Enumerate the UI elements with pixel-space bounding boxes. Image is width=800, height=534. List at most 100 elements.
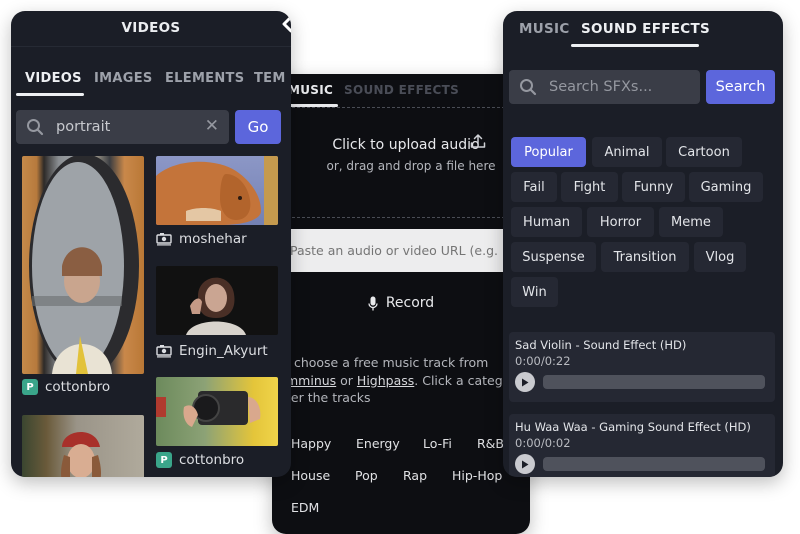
category-meme[interactable]: Meme [659, 207, 723, 237]
pexels-badge-icon: P [156, 452, 172, 468]
thumbnail-art [186, 277, 246, 335]
video-search-input[interactable] [56, 116, 196, 138]
genre-hip-hop[interactable]: Hip-Hop [452, 468, 502, 483]
video-thumbnail-camera[interactable] [156, 377, 278, 446]
genre-edm[interactable]: EDM [291, 500, 319, 515]
genre-rap[interactable]: Rap [403, 468, 427, 483]
credit-name[interactable]: cottonbro [45, 379, 110, 395]
camera-icon [156, 233, 172, 246]
microphone-icon [368, 296, 378, 310]
thumbnail-art [156, 391, 261, 427]
sound-effects-panel: MUSIC SOUND EFFECTS Search Popular Anima… [503, 11, 783, 477]
track-time: 0:00/0:02 [515, 436, 571, 450]
category-fail[interactable]: Fail [511, 172, 557, 202]
description-line-1: , choose a free music track from [286, 355, 489, 370]
video-credit: moshehar [156, 231, 247, 247]
highpass-link[interactable]: Highpass [357, 373, 414, 388]
middle-tab-bar: MUSIC SOUND EFFECTS [272, 74, 530, 108]
search-icon [27, 119, 44, 136]
upload-dropzone[interactable]: Click to upload audio or, drag and drop … [272, 134, 530, 173]
panel-header: VIDEOS [11, 11, 291, 47]
video-thumbnail-red-beanie[interactable] [22, 415, 144, 477]
credit-name[interactable]: moshehar [179, 231, 247, 247]
category-funny[interactable]: Funny [622, 172, 685, 202]
active-tab-indicator [286, 104, 338, 107]
sfx-track: Sad Violin - Sound Effect (HD) 0:00/0:22 [509, 332, 775, 402]
tab-videos[interactable]: VIDEOS [25, 71, 82, 86]
play-icon [522, 460, 529, 468]
category-animal[interactable]: Animal [592, 137, 662, 167]
music-upload-panel: MUSIC SOUND EFFECTS Click to upload audi… [272, 74, 530, 534]
credit-name[interactable]: cottonbro [179, 452, 244, 468]
video-credit: P cottonbro [156, 452, 244, 468]
record-label: Record [385, 295, 435, 311]
tab-music[interactable]: MUSIC [288, 83, 333, 97]
tab-sound-effects[interactable]: SOUND EFFECTS [344, 83, 459, 97]
play-button[interactable] [515, 454, 535, 474]
credit-name[interactable]: Engin_Akyurt [179, 343, 268, 359]
thumbnail-art [61, 431, 101, 477]
active-tab-indicator [16, 93, 84, 96]
music-description: , choose a free music track from mminus … [286, 354, 526, 407]
video-thumbnail-window-portrait[interactable] [22, 156, 144, 374]
audio-url-input[interactable] [286, 229, 516, 272]
video-search-field: ✕ [16, 110, 229, 144]
category-gaming[interactable]: Gaming [689, 172, 763, 202]
category-human[interactable]: Human [511, 207, 582, 237]
category-cartoon[interactable]: Cartoon [666, 137, 742, 167]
genre-pop[interactable]: Pop [355, 468, 378, 483]
video-thumbnail-woman-black[interactable] [156, 266, 278, 335]
search-button[interactable]: Search [706, 70, 775, 104]
sfx-search-input[interactable] [549, 76, 694, 98]
category-suspense[interactable]: Suspense [511, 242, 596, 272]
category-vlog[interactable]: Vlog [694, 242, 746, 272]
sfx-search-field [509, 70, 700, 104]
description-text: or [336, 372, 357, 388]
divider [272, 217, 530, 218]
thumbnail-art [29, 156, 139, 374]
music-source-link-1[interactable]: mminus [286, 373, 336, 388]
tab-elements[interactable]: ELEMENTS [165, 71, 244, 86]
description-line-2: mminus or Highpass. Click a category [286, 372, 526, 390]
category-horror[interactable]: Horror [587, 207, 654, 237]
go-button[interactable]: Go [235, 110, 281, 144]
track-time: 0:00/0:22 [515, 354, 571, 368]
category-win[interactable]: Win [511, 277, 558, 307]
video-thumbnail-dog[interactable] [156, 156, 278, 225]
track-progress-bar[interactable] [543, 375, 765, 389]
track-name: Hu Waa Waa - Gaming Sound Effect (HD) [515, 420, 751, 434]
genre-house[interactable]: House [291, 468, 330, 483]
panel-title: VIDEOS [121, 20, 181, 36]
tab-sound-effects[interactable]: SOUND EFFECTS [581, 21, 710, 37]
genre-happy[interactable]: Happy [291, 436, 331, 451]
upload-icon [470, 134, 486, 148]
videos-panel: VIDEOS VIDEOS IMAGES ELEMENTS TEM ✕ Go [11, 11, 291, 477]
genre-energy[interactable]: Energy [356, 436, 400, 451]
track-name: Sad Violin - Sound Effect (HD) [515, 338, 687, 352]
tab-music[interactable]: MUSIC [519, 21, 570, 37]
description-line-3: ter the tracks [286, 390, 371, 405]
category-fight[interactable]: Fight [561, 172, 618, 202]
category-transition[interactable]: Transition [601, 242, 689, 272]
camera-icon [156, 345, 172, 358]
upload-subtitle: or, drag and drop a file here [326, 159, 496, 173]
video-credit: P cottonbro [22, 379, 110, 395]
search-icon [520, 79, 537, 96]
sfx-track: Hu Waa Waa - Gaming Sound Effect (HD) 0:… [509, 414, 775, 477]
tab-images[interactable]: IMAGES [94, 71, 153, 86]
pexels-badge-icon: P [22, 379, 38, 395]
active-tab-indicator [571, 44, 699, 47]
tab-templates[interactable]: TEM [254, 71, 286, 86]
record-button[interactable]: Record [286, 284, 516, 322]
track-progress-bar[interactable] [543, 457, 765, 471]
category-popular[interactable]: Popular [511, 137, 586, 167]
upload-title: Click to upload audio [332, 137, 480, 153]
thumbnail-art [156, 156, 278, 225]
genre-rnb[interactable]: R&B [477, 436, 504, 451]
genre-lo-fi[interactable]: Lo-Fi [423, 436, 452, 451]
video-credit: Engin_Akyurt [156, 343, 268, 359]
close-icon[interactable]: ✕ [205, 116, 219, 136]
play-icon [522, 378, 529, 386]
chevron-left-icon[interactable] [281, 15, 291, 33]
play-button[interactable] [515, 372, 535, 392]
